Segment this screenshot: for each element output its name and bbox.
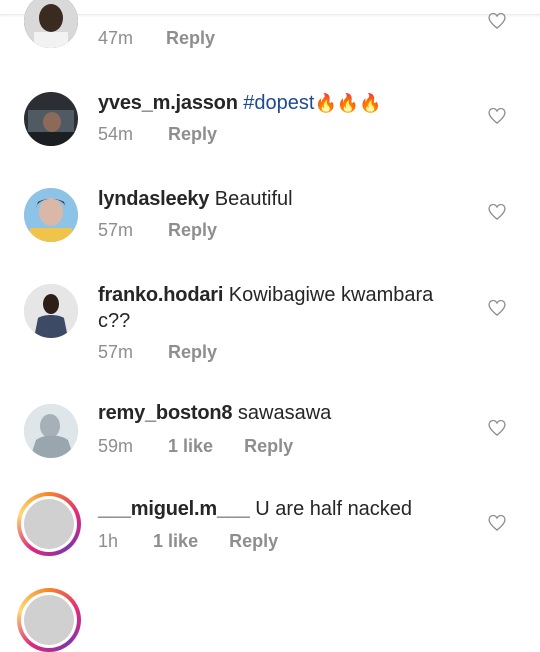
avatar-ring-gap (21, 592, 77, 648)
hashtag-link[interactable]: #dopest (243, 92, 314, 114)
avatar-photo (24, 404, 78, 458)
comment-body: franko.hodari Kowibagiwe kwambara c?? (98, 282, 460, 334)
heart-outline-icon[interactable] (487, 298, 507, 318)
comment-item: yves_m.jasson #dopest🔥🔥🔥 54m Reply (0, 88, 540, 168)
username[interactable]: franko.hodari (98, 284, 223, 306)
comment-time: 1h (98, 531, 119, 551)
default-avatar (24, 499, 74, 549)
reply-button[interactable]: Reply (244, 436, 293, 457)
avatar-photo (24, 188, 78, 242)
comment-time: 47m (98, 28, 134, 48)
avatar-photo (24, 284, 78, 338)
avatar[interactable] (24, 404, 78, 458)
comment-meta: 57m Reply (98, 220, 217, 241)
comment-text: sawasawa (237, 402, 332, 424)
comment-meta: 47m Reply (98, 28, 215, 49)
reply-button[interactable]: Reply (229, 531, 278, 552)
username[interactable]: lyndasleeky (98, 188, 209, 210)
comment-item: remy_boston8 sawasawa 59m 1 like Reply (0, 400, 540, 480)
username[interactable]: yves_m.jasson (98, 92, 238, 114)
avatar[interactable] (24, 0, 78, 48)
comment-item-cutoff (0, 588, 540, 652)
avatar-photo (24, 92, 78, 146)
comment-meta: 57m Reply (98, 342, 217, 363)
comment-time: 54m (98, 124, 134, 144)
avatar-photo (24, 0, 78, 48)
username[interactable]: ___miguel.m___ (98, 498, 250, 520)
avatar[interactable] (24, 188, 78, 242)
comment-body: lyndasleeky Beautiful (98, 186, 460, 212)
comment-meta: 1h 1 like Reply (98, 531, 278, 552)
comment-item: lyndasleeky Beautiful 57m Reply (0, 184, 540, 264)
reply-button[interactable]: Reply (168, 124, 217, 145)
reply-button[interactable]: Reply (168, 220, 217, 241)
comment-item: franko.hodari Kowibagiwe kwambara c?? 57… (0, 280, 540, 380)
comment-meta: 54m Reply (98, 124, 217, 145)
heart-outline-icon[interactable] (487, 11, 507, 31)
comment-time: 59m (98, 436, 134, 456)
heart-outline-icon[interactable] (487, 202, 507, 222)
reply-button[interactable]: Reply (168, 342, 217, 363)
comment-body: yves_m.jasson #dopest🔥🔥🔥 (98, 90, 460, 116)
comment-item: 47m Reply (0, 0, 540, 70)
comment-text: U are half nacked (255, 498, 413, 520)
reply-button[interactable]: Reply (166, 28, 215, 49)
username[interactable]: remy_boston8 (98, 402, 233, 424)
comment-time: 57m (98, 342, 134, 362)
heart-outline-icon[interactable] (487, 106, 507, 126)
comment-meta: 59m 1 like Reply (98, 436, 293, 457)
comment-body: ___miguel.m___ U are half nacked (98, 496, 460, 522)
likes-count[interactable]: 1 like (168, 436, 213, 457)
heart-outline-icon[interactable] (487, 418, 507, 438)
avatar-story-ring[interactable] (17, 492, 81, 556)
comment-item: ___miguel.m___ U are half nacked 1h 1 li… (0, 492, 540, 576)
comment-body: remy_boston8 sawasawa (98, 400, 460, 426)
avatar[interactable] (24, 92, 78, 146)
heart-outline-icon[interactable] (487, 513, 507, 533)
comment-time: 57m (98, 220, 134, 240)
avatar[interactable] (24, 284, 78, 338)
avatar-ring-gap (21, 496, 77, 552)
comment-text: Beautiful (214, 188, 293, 210)
likes-count[interactable]: 1 like (153, 531, 198, 552)
default-avatar (24, 595, 74, 645)
fire-emoji: 🔥🔥🔥 (314, 93, 382, 113)
avatar-story-ring[interactable] (17, 588, 81, 652)
